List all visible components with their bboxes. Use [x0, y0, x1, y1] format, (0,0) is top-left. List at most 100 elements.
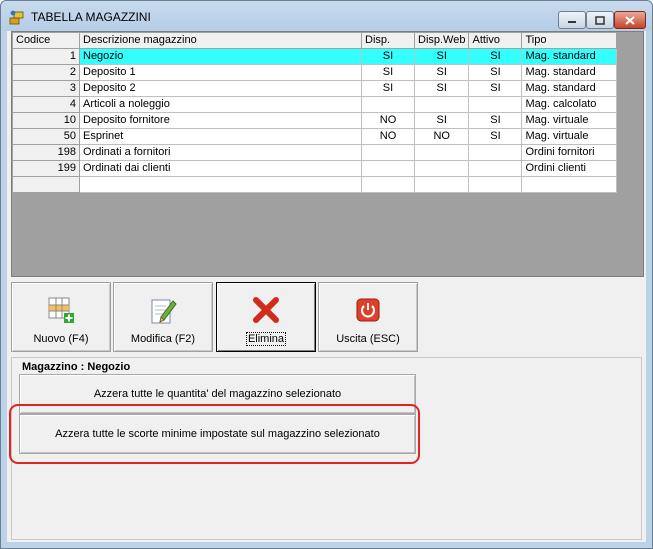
cell-attivo[interactable]: SI	[468, 48, 523, 65]
cell-codice[interactable]: 2	[12, 64, 80, 81]
cell-descrizione[interactable]: Ordinati dai clienti	[79, 160, 362, 177]
minimize-button[interactable]	[558, 11, 586, 29]
delete-button-label: Elimina	[245, 332, 287, 346]
reset-quantities-label: Azzera tutte le quantita' del magazzino …	[93, 388, 342, 400]
client-area: Codice Descrizione magazzino Disp. Disp.…	[7, 31, 646, 542]
edit-button-label: Modifica (F2)	[130, 333, 196, 345]
cell-descrizione[interactable]: Deposito 2	[79, 80, 362, 97]
cell-disp-web[interactable]	[413, 160, 470, 177]
cell-tipo[interactable]: Mag. standard	[521, 80, 618, 97]
cell-codice[interactable]: 10	[12, 112, 80, 129]
edit-button[interactable]: Modifica (F2)	[113, 282, 213, 352]
edit-pencil-icon	[151, 299, 177, 324]
cell-codice[interactable]: 3	[12, 80, 80, 97]
maximize-icon	[595, 15, 605, 25]
cell-attivo[interactable]: SI	[468, 80, 523, 97]
column-header-disp[interactable]: Disp.	[361, 32, 415, 49]
close-icon	[625, 15, 635, 25]
red-x-icon	[253, 297, 279, 323]
minimize-icon	[568, 21, 576, 23]
delete-button[interactable]: Elimina	[216, 282, 316, 352]
warehouse-table: Codice Descrizione magazzino Disp. Disp.…	[12, 32, 618, 193]
table-row[interactable]: 198 Ordinati a fornitori Ordini fornitori	[12, 144, 618, 161]
exit-button[interactable]: Uscita (ESC)	[318, 282, 418, 352]
cell-attivo[interactable]: SI	[468, 128, 523, 145]
selected-warehouse-title: Magazzino : Negozio	[22, 361, 131, 373]
warehouse-grid[interactable]: Codice Descrizione magazzino Disp. Disp.…	[11, 31, 644, 277]
cell-disp[interactable]	[361, 160, 415, 177]
column-header-disp-web[interactable]: Disp.Web	[413, 32, 470, 49]
cell-codice[interactable]	[12, 176, 80, 193]
cell-disp[interactable]: NO	[361, 112, 415, 129]
cell-descrizione[interactable]: Deposito 1	[79, 64, 362, 81]
power-exit-icon	[356, 298, 380, 322]
table-row[interactable]	[12, 176, 618, 193]
cell-tipo[interactable]: Ordini clienti	[521, 160, 618, 177]
table-row[interactable]: 199 Ordinati dai clienti Ordini clienti	[12, 160, 618, 177]
table-header-row: Codice Descrizione magazzino Disp. Disp.…	[12, 32, 618, 49]
cell-disp-web[interactable]: SI	[413, 48, 470, 65]
table-row[interactable]: 2 Deposito 1 SI SI SI Mag. standard	[12, 64, 618, 81]
cell-disp-web[interactable]: SI	[413, 80, 470, 97]
column-header-attivo[interactable]: Attivo	[468, 32, 523, 49]
new-button-label: Nuovo (F4)	[33, 333, 89, 345]
cell-disp[interactable]: SI	[361, 64, 415, 81]
cell-disp-web[interactable]: NO	[413, 128, 470, 145]
column-header-codice[interactable]: Codice	[12, 32, 80, 49]
cell-disp[interactable]: SI	[361, 80, 415, 97]
exit-button-label: Uscita (ESC)	[336, 333, 400, 345]
window-title: TABELLA MAGAZZINI	[31, 10, 151, 24]
cell-attivo[interactable]	[468, 160, 523, 177]
cell-tipo[interactable]: Mag. standard	[521, 64, 618, 81]
cell-disp[interactable]: NO	[361, 128, 415, 145]
cell-disp[interactable]: SI	[361, 48, 415, 65]
column-header-descrizione[interactable]: Descrizione magazzino	[79, 32, 362, 49]
cell-descrizione[interactable]: Deposito fornitore	[79, 112, 362, 129]
cell-attivo[interactable]	[468, 96, 523, 113]
title-bar[interactable]: TABELLA MAGAZZINI	[1, 1, 652, 31]
cell-codice[interactable]: 199	[12, 160, 80, 177]
cell-attivo[interactable]	[468, 176, 523, 193]
cell-tipo[interactable]: Mag. virtuale	[521, 128, 618, 145]
cell-codice[interactable]: 50	[12, 128, 80, 145]
cell-codice[interactable]: 198	[12, 144, 80, 161]
main-window: TABELLA MAGAZZINI Codice Descrizione mag…	[0, 0, 653, 549]
reset-min-stock-label: Azzera tutte le scorte minime impostate …	[55, 428, 380, 440]
cell-attivo[interactable]	[468, 144, 523, 161]
app-icon	[9, 10, 24, 25]
cell-tipo[interactable]: Mag. virtuale	[521, 112, 618, 129]
cell-descrizione[interactable]	[79, 176, 362, 193]
cell-tipo[interactable]: Mag. standard	[521, 48, 618, 65]
cell-disp[interactable]	[361, 96, 415, 113]
table-row[interactable]: 4 Articoli a noleggio Mag. calcolato	[12, 96, 618, 113]
warehouse-actions-panel: Magazzino : Negozio Azzera tutte le quan…	[9, 357, 642, 540]
cell-descrizione[interactable]: Ordinati a fornitori	[79, 144, 362, 161]
cell-tipo[interactable]	[521, 176, 618, 193]
cell-disp-web[interactable]: SI	[413, 112, 470, 129]
close-button[interactable]	[614, 11, 646, 29]
new-grid-icon	[48, 297, 74, 323]
column-header-tipo[interactable]: Tipo	[521, 32, 618, 49]
table-row[interactable]: 1 Negozio SI SI SI Mag. standard	[12, 48, 618, 65]
cell-codice[interactable]: 4	[12, 96, 80, 113]
cell-tipo[interactable]: Mag. calcolato	[521, 96, 618, 113]
cell-descrizione[interactable]: Negozio	[79, 48, 362, 65]
table-row[interactable]: 3 Deposito 2 SI SI SI Mag. standard	[12, 80, 618, 97]
cell-descrizione[interactable]: Articoli a noleggio	[79, 96, 362, 113]
new-button[interactable]: Nuovo (F4)	[11, 282, 111, 352]
cell-disp-web[interactable]	[413, 144, 470, 161]
cell-attivo[interactable]: SI	[468, 64, 523, 81]
table-row[interactable]: 10 Deposito fornitore NO SI SI Mag. virtuale	[12, 112, 618, 129]
cell-disp[interactable]	[361, 144, 415, 161]
cell-codice[interactable]: 1	[12, 48, 80, 65]
cell-disp-web[interactable]	[413, 96, 470, 113]
cell-tipo[interactable]: Ordini fornitori	[521, 144, 618, 161]
cell-descrizione[interactable]: Esprinet	[79, 128, 362, 145]
table-row[interactable]: 50 Esprinet NO NO SI Mag. virtuale	[12, 128, 618, 145]
reset-min-stock-button[interactable]: Azzera tutte le scorte minime impostate …	[19, 414, 416, 454]
cell-attivo[interactable]: SI	[468, 112, 523, 129]
cell-disp[interactable]	[361, 176, 415, 193]
cell-disp-web[interactable]	[413, 176, 470, 193]
maximize-button[interactable]	[586, 11, 614, 29]
cell-disp-web[interactable]: SI	[413, 64, 470, 81]
